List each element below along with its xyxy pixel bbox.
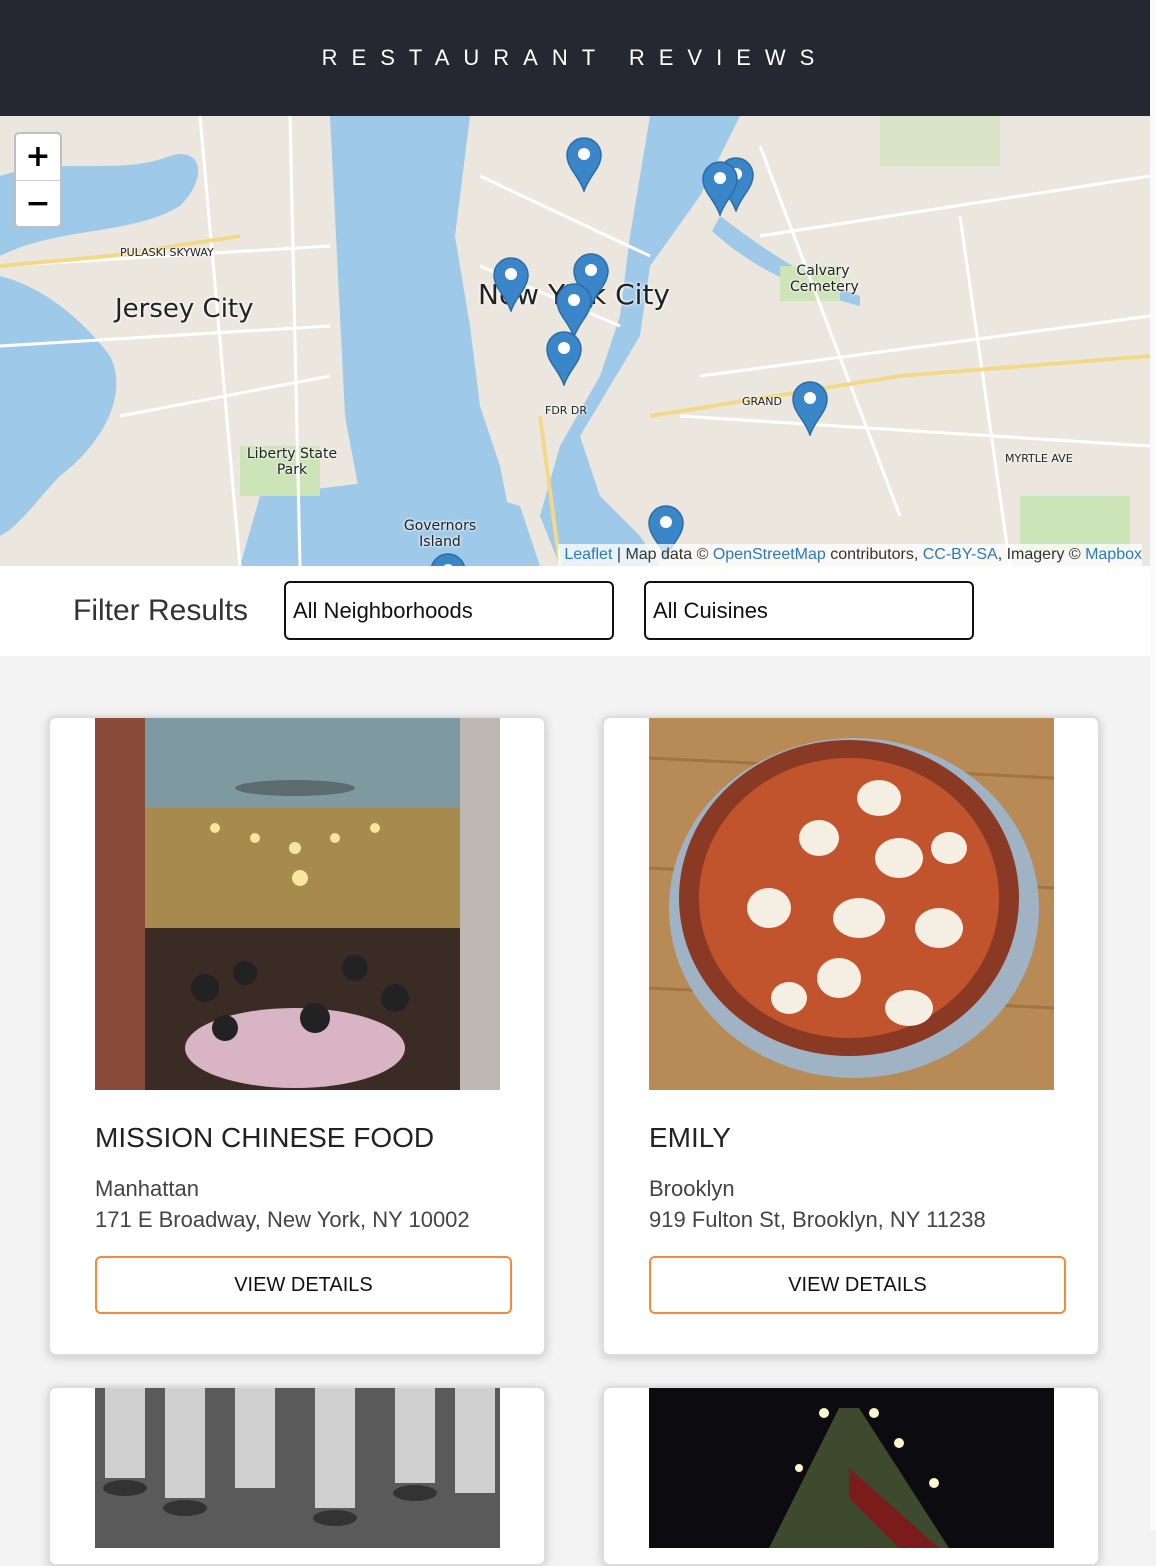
map[interactable]: Jersey City New York City Liberty State … [0,116,1150,566]
map-label-myrtle-ave: MYRTLE AVE [1005,452,1073,465]
restaurant-address: 171 E Broadway, New York, NY 10002 [95,1207,470,1232]
map-attribution: Leaflet | Map data © OpenStreetMap contr… [558,544,1142,566]
restaurant-card [48,1386,546,1566]
map-marker-icon[interactable] [429,552,467,566]
map-label-calvary-cemetery: Calvary Cemetery [790,263,859,295]
restaurant-name: Emily [649,1122,731,1153]
license-link[interactable]: CC-BY-SA [923,546,998,563]
map-label-liberty-state-park: Liberty State Park [246,446,338,478]
restaurant-photo [649,1388,1054,1548]
restaurant-photo [649,718,1054,1090]
mapbox-link[interactable]: Mapbox [1085,546,1142,563]
zoom-out-button[interactable]: − [16,181,60,226]
zoom-control: + − [14,132,62,228]
map-label-grand: GRAND [742,395,782,408]
view-details-button[interactable]: View Details [95,1256,512,1314]
restaurant-neighborhood: Manhattan [95,1176,199,1201]
filter-bar: Filter Results All Neighborhoods All Cui… [0,566,1150,656]
map-label-jersey-city: Jersey City [115,294,254,324]
restaurant-neighborhood: Brooklyn [649,1176,735,1201]
map-label-governors-island: Governors Island [403,518,477,550]
map-marker-icon[interactable] [545,330,583,386]
attribution-text: contributors, [825,546,923,563]
restaurant-name: Mission Chinese Food [95,1122,435,1153]
restaurant-photo [95,718,500,1090]
map-marker-icon[interactable] [701,160,739,216]
scrollbar-track[interactable] [1150,0,1156,1530]
leaflet-link[interactable]: Leaflet [564,546,612,563]
attribution-text: | Map data © [612,546,713,563]
map-label-pulaski-skyway: PULASKI SKYWAY [120,246,214,259]
restaurant-card: Mission Chinese Food Manhattan 171 E Bro… [48,716,546,1356]
map-marker-icon[interactable] [565,136,603,192]
openstreetmap-link[interactable]: OpenStreetMap [713,546,826,563]
restaurant-address: 919 Fulton St, Brooklyn, NY 11238 [649,1207,986,1232]
map-marker-icon[interactable] [492,256,530,312]
map-marker-icon[interactable] [791,380,829,436]
site-header: RESTAURANT REVIEWS [0,0,1150,116]
restaurant-photo [95,1388,500,1548]
page-title: RESTAURANT REVIEWS [321,45,829,70]
restaurant-card [602,1386,1100,1566]
attribution-text: , Imagery © [997,546,1086,563]
zoom-in-button[interactable]: + [16,134,60,181]
cuisine-select[interactable]: All Cuisines [644,581,974,640]
filter-label: Filter Results [73,594,249,627]
restaurant-card: Emily Brooklyn 919 Fulton St, Brooklyn, … [602,716,1100,1356]
neighborhood-select[interactable]: All Neighborhoods [284,581,614,640]
view-details-button[interactable]: View Details [649,1256,1066,1314]
map-label-fdr-dr: FDR DR [545,404,588,417]
